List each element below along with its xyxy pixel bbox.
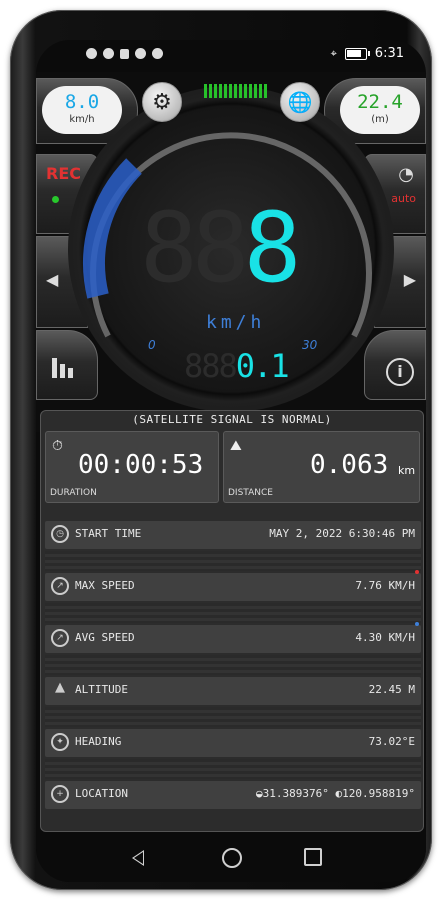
row-divider bbox=[45, 759, 421, 779]
auto-label[interactable]: auto bbox=[391, 192, 416, 205]
stats-icon[interactable] bbox=[52, 358, 73, 378]
crosshair-icon: + bbox=[51, 785, 69, 803]
satellite-status: (SATELLITE SIGNAL IS NORMAL) bbox=[132, 413, 332, 426]
notification-icon bbox=[86, 48, 97, 59]
row-divider bbox=[45, 655, 421, 675]
gps-signal-bars bbox=[204, 84, 267, 98]
road-icon: ⛰ bbox=[230, 438, 242, 454]
scale-min: 0 bbox=[148, 338, 156, 352]
speed-unit: km/h bbox=[69, 114, 95, 125]
location-row: + LOCATION ◒31.389376° ◐120.958819° bbox=[45, 781, 421, 809]
max-speed-icon: ↗ bbox=[51, 577, 69, 595]
clock: 6:31 bbox=[374, 46, 404, 61]
location-value: ◒31.389376° ◐120.958819° bbox=[256, 787, 415, 800]
screen: ⌖ 6:31 8.0 km/h 22.4 (m) ⚙ 🌐 REC ◔ auto … bbox=[36, 40, 426, 882]
start-time-row: ◷ START TIME MAY 2, 2022 6:30:46 PM bbox=[45, 521, 421, 549]
navigation-bar bbox=[36, 836, 426, 882]
row-divider bbox=[45, 707, 421, 727]
location-icon: ⌖ bbox=[330, 46, 337, 60]
odometer-value: 0.1 bbox=[235, 347, 290, 385]
max-speed-label: MAX SPEED bbox=[75, 579, 135, 592]
trip-info-panel: (SATELLITE SIGNAL IS NORMAL) ⏱ 00:00:53 … bbox=[40, 410, 424, 832]
altitude-row: ▲ ALTITUDE 22.45 M bbox=[45, 677, 421, 705]
altitude-label: ALTITUDE bbox=[75, 683, 128, 696]
home-icon[interactable] bbox=[222, 848, 242, 868]
mountain-icon: ▲ bbox=[55, 680, 65, 695]
odometer: 8880.1 bbox=[184, 347, 290, 385]
distance-box: ⛰ 0.063 km DISTANCE bbox=[223, 431, 420, 503]
security-icon bbox=[120, 48, 129, 59]
start-time-value: MAY 2, 2022 6:30:46 PM bbox=[269, 527, 415, 540]
speed-ghost-digits: 88 bbox=[140, 192, 250, 304]
status-bar: ⌖ 6:31 bbox=[36, 40, 426, 70]
max-speed-dot bbox=[415, 570, 419, 574]
duration-value: 00:00:53 bbox=[78, 450, 204, 480]
app-icon bbox=[135, 48, 146, 59]
distance-unit: km bbox=[398, 464, 416, 477]
clock-icon: ◷ bbox=[51, 525, 69, 543]
odometer-ghost: 888 bbox=[184, 347, 238, 385]
back-icon[interactable] bbox=[132, 850, 144, 866]
phone-frame: ⌖ 6:31 8.0 km/h 22.4 (m) ⚙ 🌐 REC ◔ auto … bbox=[10, 10, 432, 890]
location-label: LOCATION bbox=[75, 787, 128, 800]
duration-label: DURATION bbox=[50, 488, 97, 498]
chevron-right-icon[interactable]: ▶ bbox=[404, 270, 416, 289]
chevron-left-icon[interactable]: ◀ bbox=[46, 270, 58, 289]
cloud-icon bbox=[152, 48, 163, 59]
max-speed-value: 7.76 KM/H bbox=[355, 579, 415, 592]
avg-speed-icon: ↗ bbox=[51, 629, 69, 647]
globe-icon: 🌐 bbox=[287, 90, 313, 114]
rec-label[interactable]: REC bbox=[46, 164, 81, 183]
avg-speed-row: ↗ AVG SPEED 4.30 KM/H bbox=[45, 622, 421, 653]
gear-icon: ⚙ bbox=[152, 89, 172, 115]
altitude-readout[interactable]: 22.4 (m) bbox=[340, 86, 420, 134]
scale-max: 30 bbox=[302, 338, 318, 352]
globe-button[interactable]: 🌐 bbox=[280, 82, 320, 122]
max-speed-row: ↗ MAX SPEED 7.76 KM/H bbox=[45, 570, 421, 601]
info-icon[interactable]: i bbox=[386, 358, 414, 386]
row-divider bbox=[45, 603, 421, 623]
heading-label: HEADING bbox=[75, 735, 122, 748]
avg-speed-label: AVG SPEED bbox=[75, 631, 135, 644]
altitude-value-row: 22.45 M bbox=[368, 683, 415, 696]
duration-box: ⏱ 00:00:53 DURATION bbox=[45, 431, 219, 503]
settings-button[interactable]: ⚙ bbox=[142, 82, 182, 122]
start-time-label: START TIME bbox=[75, 527, 142, 540]
speed-digit: 8 bbox=[243, 192, 302, 304]
avg-speed-dot bbox=[415, 622, 419, 626]
wifi-icon bbox=[103, 48, 114, 59]
distance-value: 0.063 bbox=[310, 450, 389, 480]
heading-row: ✦ HEADING 73.02°E bbox=[45, 729, 421, 757]
altitude-value: 22.4 bbox=[357, 91, 403, 113]
stopwatch-icon: ⏱ bbox=[52, 438, 63, 454]
row-divider bbox=[45, 551, 421, 571]
speed-unit-label: km/h bbox=[206, 312, 266, 333]
heading-value: 73.02°E bbox=[368, 735, 415, 748]
avg-speed-value: 4.30 KM/H bbox=[355, 631, 415, 644]
recent-apps-icon[interactable] bbox=[304, 848, 322, 866]
speed-value: 8.0 bbox=[64, 91, 100, 113]
speedometer-icon: ◔ bbox=[398, 164, 414, 185]
distance-label: DISTANCE bbox=[228, 488, 273, 498]
altitude-unit: (m) bbox=[371, 114, 389, 125]
rec-status-led bbox=[52, 196, 59, 203]
battery-icon bbox=[344, 47, 370, 60]
speed-readout[interactable]: 8.0 km/h bbox=[42, 86, 122, 134]
compass-icon: ✦ bbox=[51, 733, 69, 751]
speed-display: 888 bbox=[140, 200, 301, 296]
